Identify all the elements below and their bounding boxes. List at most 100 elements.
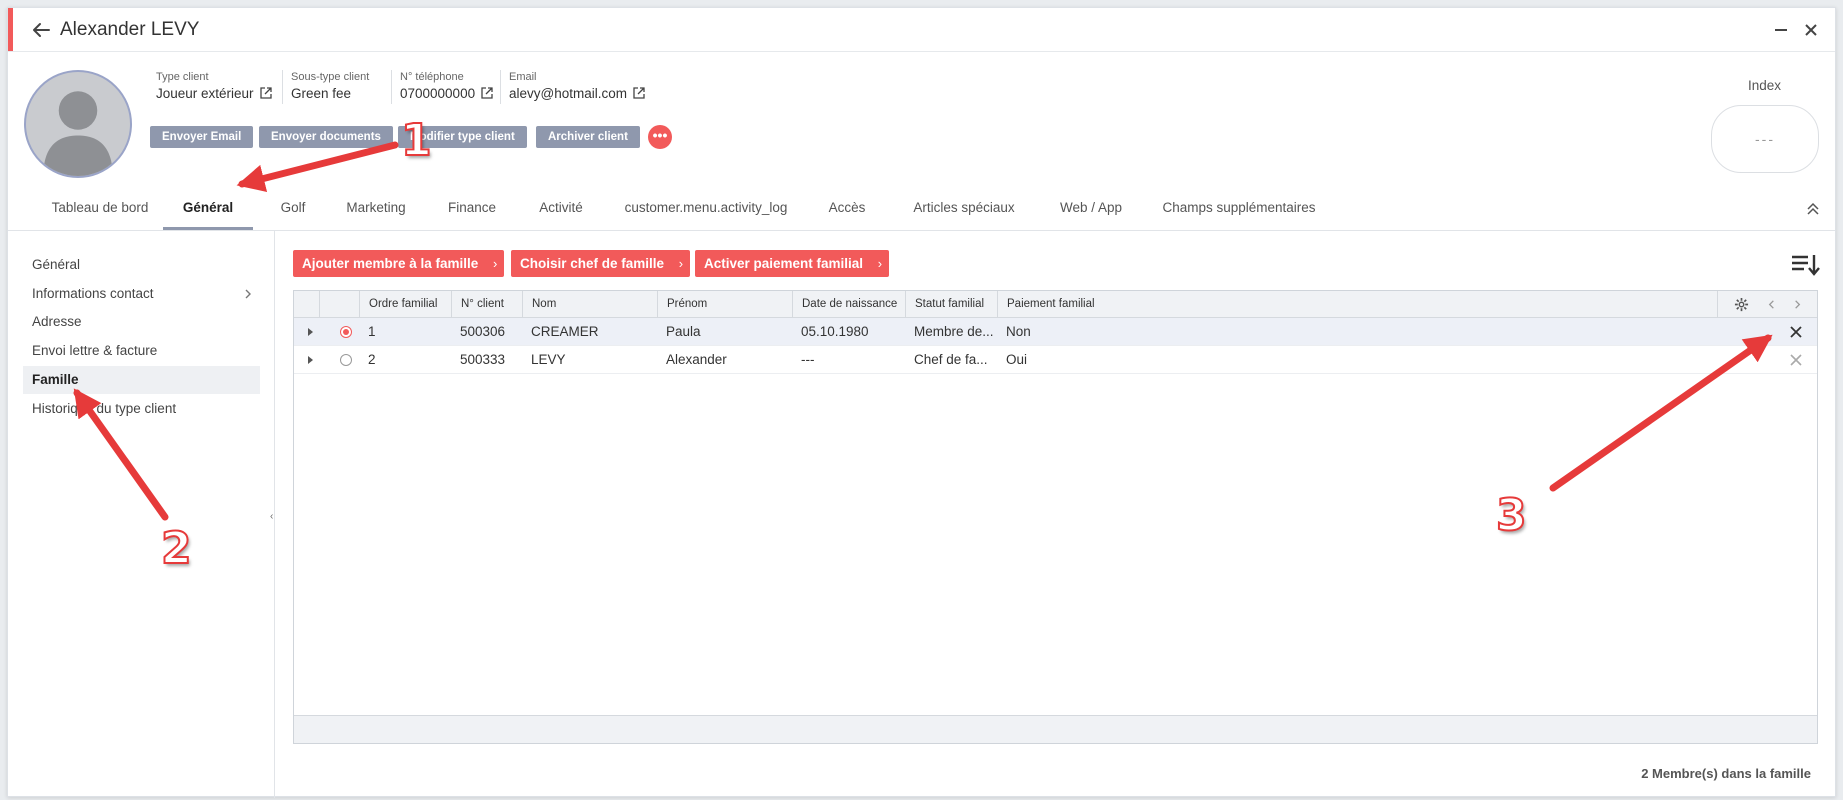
sidebar-item-label: Historique du type client	[32, 401, 177, 416]
cell-ordre: 2	[368, 352, 376, 367]
index-value: ---	[1711, 105, 1819, 173]
button-label: Ajouter membre à la famille	[302, 256, 479, 271]
activate-family-payment-button[interactable]: Activer paiement familial ›	[695, 250, 890, 277]
external-link-icon[interactable]	[633, 87, 645, 99]
grid-tools	[1717, 291, 1817, 318]
tab-finance[interactable]: Finance	[440, 186, 504, 230]
field-sous-type-client: Sous-type client Green fee	[282, 70, 369, 104]
field-label: N° téléphone	[400, 71, 464, 83]
sidebar-item-adresse[interactable]: Adresse	[23, 308, 260, 336]
tab-marketing[interactable]: Marketing	[339, 186, 413, 230]
tab-articles-speciaux[interactable]: Articles spéciaux	[900, 186, 1028, 230]
sort-icon[interactable]	[1790, 252, 1820, 278]
cell-statut: Chef de fa...	[914, 352, 988, 367]
column-paiement-familial[interactable]: Paiement familial	[997, 291, 1247, 318]
column-numero-client[interactable]: N° client	[451, 291, 522, 318]
sidebar-item-envoi-lettre[interactable]: Envoi lettre & facture	[23, 337, 260, 365]
column-ordre-familial[interactable]: Ordre familial	[359, 291, 451, 318]
tab-champs-supplementaires[interactable]: Champs supplémentaires	[1141, 186, 1337, 230]
sidebar-item-informations-contact[interactable]: Informations contact	[23, 280, 260, 308]
field-label: Sous-type client	[291, 71, 370, 83]
close-window-icon[interactable]	[1801, 20, 1821, 40]
cell-prenom: Alexander	[666, 352, 727, 367]
external-link-icon[interactable]	[481, 87, 493, 99]
cell-numero: 500306	[460, 324, 506, 339]
field-value: 0700000000	[400, 86, 476, 101]
grid-header: Ordre familial N° client Nom Prénom Date…	[294, 291, 1817, 318]
field-value: Joueur extérieur	[156, 86, 254, 101]
field-value: Green fee	[291, 86, 352, 101]
sidebar-item-label: Adresse	[32, 314, 82, 329]
button-label: Activer paiement familial	[704, 256, 864, 271]
tab-acces[interactable]: Accès	[820, 186, 874, 230]
row-radio[interactable]	[340, 326, 352, 338]
table-row[interactable]: 1 500306 CREAMER Paula 05.10.1980 Membre…	[294, 318, 1817, 346]
sidebar-resize-handle[interactable]: ‹	[270, 511, 273, 522]
column-nom[interactable]: Nom	[522, 291, 657, 318]
sidebar-item-label: Envoi lettre & facture	[32, 343, 158, 358]
tab-general[interactable]: Général	[163, 186, 253, 230]
send-email-button[interactable]: Envoyer Email	[150, 126, 254, 148]
archive-client-button[interactable]: Archiver client	[536, 126, 640, 148]
column-prenom[interactable]: Prénom	[657, 291, 792, 318]
more-options-button[interactable]: •••	[648, 125, 672, 149]
sidebar-item-historique[interactable]: Historique du type client	[23, 395, 260, 423]
field-telephone: N° téléphone 0700000000	[391, 70, 493, 104]
tab-activity-log[interactable]: customer.menu.activity_log	[617, 186, 795, 230]
cell-nom: CREAMER	[531, 324, 599, 339]
tab-tableau-de-bord[interactable]: Tableau de bord	[37, 186, 163, 230]
gear-icon[interactable]	[1734, 297, 1749, 312]
annotation-number-1: 1	[400, 114, 433, 167]
field-type-client: Type client Joueur extérieur	[148, 70, 272, 104]
chevron-right-icon: ›	[492, 256, 498, 271]
column-date-naissance[interactable]: Date de naissance	[792, 291, 905, 318]
cell-paiement: Oui	[1006, 352, 1028, 367]
chevron-left-icon[interactable]	[1766, 299, 1777, 310]
sidebar-item-general[interactable]: Général	[23, 251, 260, 279]
minimize-icon[interactable]	[1771, 20, 1791, 40]
page-title: Alexander LEVY	[60, 19, 200, 40]
annotation-number-2: 2	[160, 522, 193, 575]
sidebar-item-label: Famille	[32, 372, 79, 387]
cell-naissance: 05.10.1980	[801, 324, 869, 339]
sidebar-item-label: Informations contact	[32, 286, 154, 301]
send-documents-button[interactable]: Envoyer documents	[259, 126, 393, 148]
field-label: Email	[509, 71, 537, 83]
column-select	[319, 291, 359, 318]
chevron-right-icon[interactable]	[1792, 299, 1803, 310]
expand-row-icon[interactable]	[308, 328, 313, 336]
column-statut-familial[interactable]: Statut familial	[905, 291, 997, 318]
back-arrow-icon[interactable]	[30, 19, 52, 41]
tab-web-app[interactable]: Web / App	[1041, 186, 1141, 230]
sidebar-item-label: Général	[32, 257, 81, 272]
tab-golf[interactable]: Golf	[273, 186, 313, 230]
remove-member-icon[interactable]	[1789, 353, 1803, 367]
chevron-right-icon: ›	[678, 256, 684, 271]
sidebar: Général Informations contact Adresse Env…	[8, 231, 275, 798]
sidebar-item-famille[interactable]: Famille	[23, 366, 260, 394]
grid-footer	[294, 715, 1817, 743]
avatar[interactable]	[24, 70, 132, 178]
choose-family-head-button[interactable]: Choisir chef de famille ›	[511, 250, 691, 277]
client-window: Alexander LEVY Type client Joueur extéri…	[7, 7, 1836, 798]
family-member-count: 2 Membre(s) dans la famille	[1641, 766, 1811, 781]
chevron-right-icon	[245, 289, 251, 299]
field-label: Type client	[156, 71, 209, 83]
row-radio[interactable]	[340, 354, 352, 366]
cell-numero: 500333	[460, 352, 506, 367]
cell-statut: Membre de...	[914, 324, 994, 339]
cell-ordre: 1	[368, 324, 376, 339]
cell-naissance: ---	[801, 352, 815, 367]
annotation-number-3: 3	[1495, 489, 1528, 542]
collapse-up-icon[interactable]	[1805, 201, 1821, 217]
tab-activite[interactable]: Activité	[531, 186, 591, 230]
field-email: Email alevy@hotmail.com	[500, 70, 645, 104]
table-row[interactable]: 2 500333 LEVY Alexander --- Chef de fa..…	[294, 346, 1817, 374]
remove-member-icon[interactable]	[1789, 325, 1803, 339]
field-value: alevy@hotmail.com	[509, 86, 627, 101]
button-label: Choisir chef de famille	[520, 256, 665, 271]
external-link-icon[interactable]	[259, 87, 272, 99]
add-family-member-button[interactable]: Ajouter membre à la famille ›	[293, 250, 505, 277]
chevron-right-icon: ›	[877, 256, 883, 271]
expand-row-icon[interactable]	[308, 356, 313, 364]
